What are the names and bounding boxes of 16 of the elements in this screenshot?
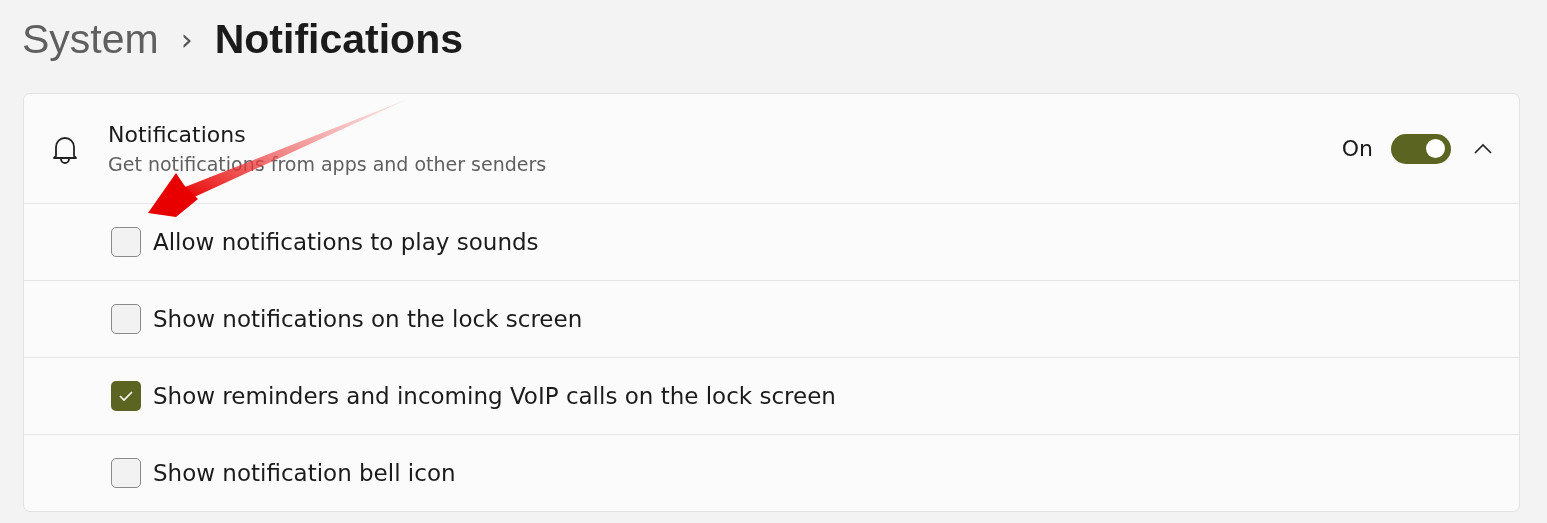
checkbox-label: Allow notifications to play sounds xyxy=(153,229,539,255)
checkbox[interactable] xyxy=(111,381,141,411)
checkbox[interactable] xyxy=(111,458,141,488)
page-title: Notifications xyxy=(214,15,463,63)
check-icon xyxy=(118,390,134,402)
breadcrumb-separator: › xyxy=(180,21,193,57)
setting-title: Notifications xyxy=(108,122,247,147)
chevron-icon[interactable] xyxy=(1473,142,1493,155)
breadcrumb-parent[interactable]: System xyxy=(22,15,159,63)
checkbox-label: Show notifications on the lock screen xyxy=(153,306,583,332)
checkbox-label: Show notification bell icon xyxy=(153,460,456,486)
checkbox[interactable] xyxy=(111,304,141,334)
toggle-state-label: On xyxy=(1341,136,1373,161)
checkbox-label: Show reminders and incoming VoIP calls on the lock screen xyxy=(153,383,836,409)
toggle-switch[interactable] xyxy=(1391,133,1451,164)
checkbox[interactable] xyxy=(111,227,141,257)
